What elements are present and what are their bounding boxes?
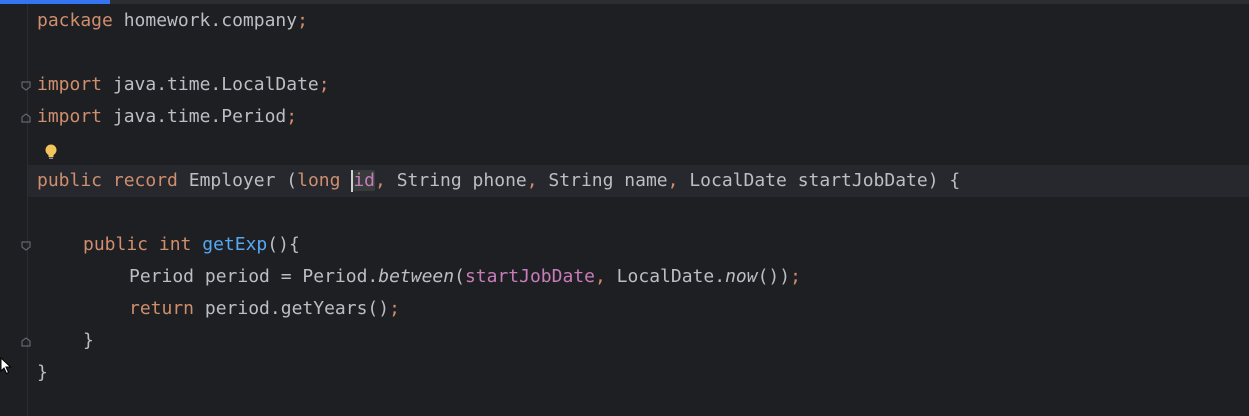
code-line-11: } xyxy=(83,330,94,351)
code-line-8: public int getExp(){ xyxy=(83,234,300,255)
code-line-1: package homework.company; xyxy=(37,10,308,31)
fold-marker-icon[interactable] xyxy=(20,80,32,92)
fold-marker-icon[interactable] xyxy=(20,240,32,252)
code-line-4: import java.time.Period; xyxy=(37,106,298,127)
param-id: id xyxy=(353,170,376,191)
fold-marker-icon[interactable] xyxy=(20,112,32,124)
keyword-import: import xyxy=(37,106,103,127)
code-line-3: import java.time.LocalDate; xyxy=(37,74,330,95)
fold-marker-icon[interactable] xyxy=(20,336,32,348)
editor-gutter[interactable] xyxy=(0,4,28,416)
code-line-6: public record Employer (long id, String … xyxy=(37,170,961,192)
code-line-10: return period.getYears(); xyxy=(129,298,400,319)
keyword-import: import xyxy=(37,74,103,95)
code-line-9: Period period = Period.between(startJobD… xyxy=(129,266,801,287)
mouse-pointer-icon xyxy=(0,356,12,375)
code-area[interactable]: package homework.company; import java.ti… xyxy=(37,4,1249,416)
code-line-12: } xyxy=(37,362,48,383)
code-editor[interactable]: package homework.company; import java.ti… xyxy=(0,0,1249,416)
method-getexp: getExp xyxy=(202,234,268,255)
keyword-return: return xyxy=(129,298,195,319)
keyword-package: package xyxy=(37,10,113,31)
